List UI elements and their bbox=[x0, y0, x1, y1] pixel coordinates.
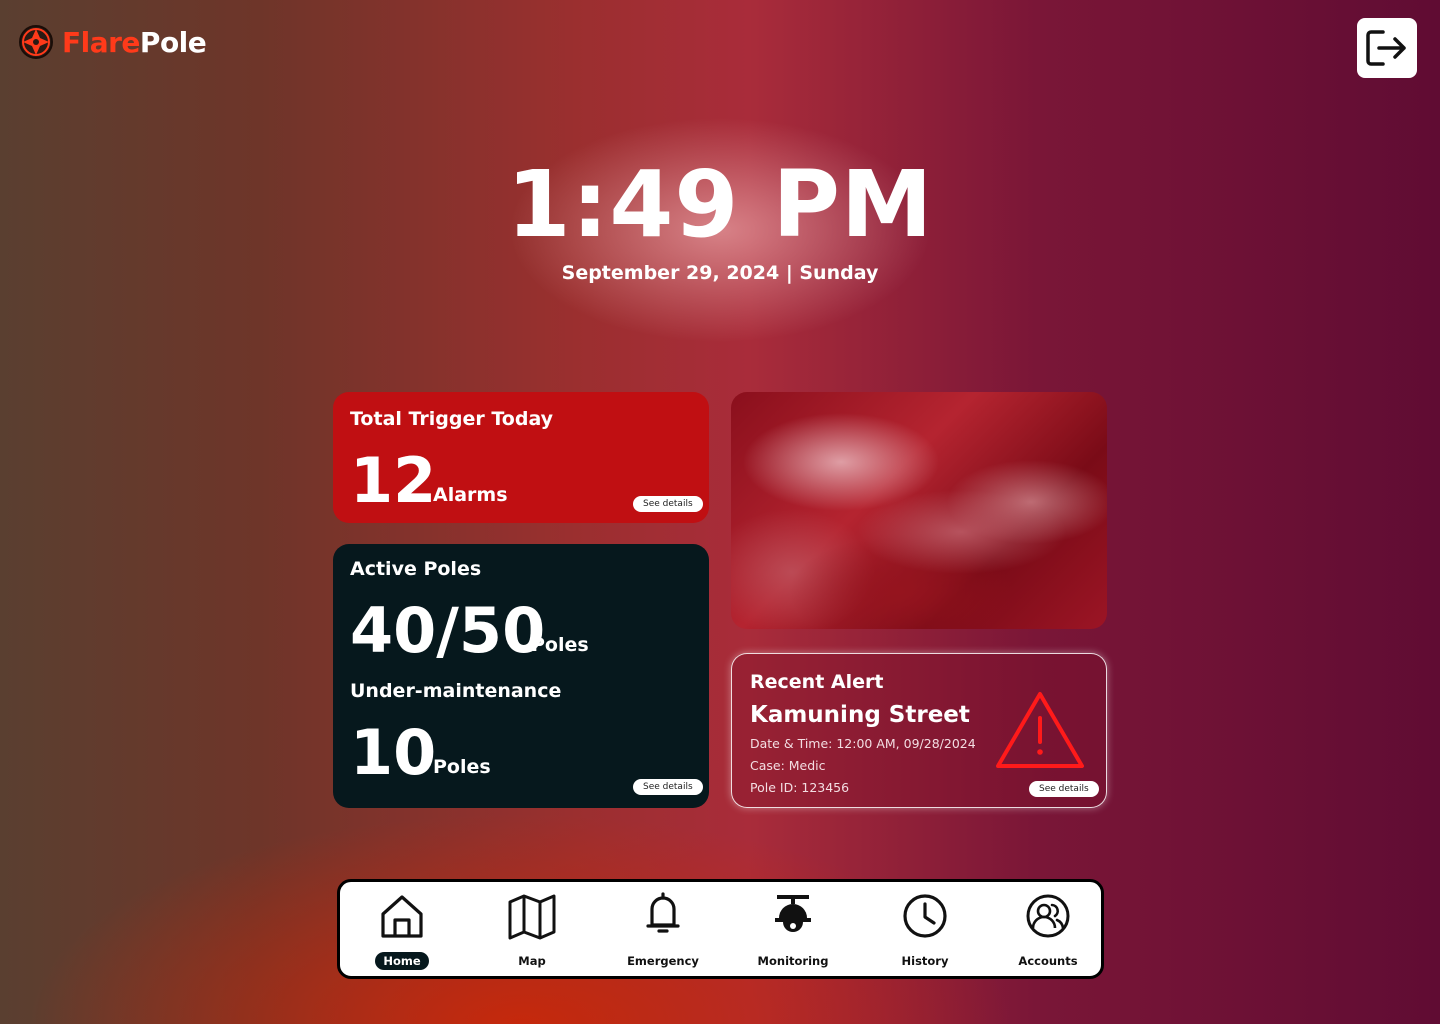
poles-see-details-button[interactable]: See details bbox=[633, 779, 703, 795]
maintenance-count: 10 bbox=[350, 716, 437, 789]
clock-icon bbox=[903, 894, 947, 938]
brand-name: FlarePole bbox=[62, 25, 207, 59]
logout-button[interactable] bbox=[1357, 18, 1417, 78]
maintenance-title: Under-maintenance bbox=[350, 680, 562, 702]
trigger-title: Total Trigger Today bbox=[350, 408, 554, 430]
map-icon bbox=[508, 894, 556, 940]
brand-logo[interactable]: FlarePole bbox=[18, 24, 207, 60]
nav-home-label: Home bbox=[375, 952, 429, 970]
trigger-unit: Alarms bbox=[433, 484, 508, 506]
nav-map[interactable]: Map bbox=[472, 882, 592, 976]
logout-icon bbox=[1366, 30, 1406, 66]
alert-datetime: Date & Time: 12:00 AM, 09/28/2024 bbox=[750, 736, 976, 751]
recent-alert-label: Recent Alert bbox=[750, 671, 884, 693]
nav-history[interactable]: History bbox=[865, 882, 985, 976]
current-time: 1:49 PM bbox=[506, 151, 934, 258]
accounts-icon bbox=[1026, 894, 1070, 938]
nav-monitoring[interactable]: Monitoring bbox=[733, 882, 853, 976]
total-trigger-card: Total Trigger Today 12 Alarms See detail… bbox=[333, 392, 709, 523]
alert-street: Kamuning Street bbox=[750, 702, 970, 728]
home-icon bbox=[381, 895, 423, 938]
alert-see-details-button[interactable]: See details bbox=[1029, 781, 1099, 797]
nav-emergency-label: Emergency bbox=[627, 954, 699, 968]
alert-pole-id: Pole ID: 123456 bbox=[750, 780, 850, 795]
nav-accounts-label: Accounts bbox=[1018, 954, 1078, 968]
nav-map-label: Map bbox=[518, 954, 546, 968]
nav-emergency[interactable]: Emergency bbox=[603, 882, 723, 976]
poles-card: Active Poles 40/50 Poles Under-maintenan… bbox=[333, 544, 709, 808]
warning-icon bbox=[996, 692, 1084, 768]
recent-alert-card: Recent Alert Kamuning Street Date & Time… bbox=[731, 653, 1107, 808]
trigger-count: 12 bbox=[350, 444, 437, 517]
flarepole-logo-icon bbox=[19, 25, 53, 59]
nav-home[interactable]: Home bbox=[342, 882, 462, 976]
alert-case: Case: Medic bbox=[750, 758, 826, 773]
nav-history-label: History bbox=[901, 954, 949, 968]
smoke-image bbox=[731, 392, 1107, 629]
nav-monitoring-label: Monitoring bbox=[757, 954, 829, 968]
bell-icon bbox=[646, 892, 680, 933]
current-date: September 29, 2024 | Sunday bbox=[561, 262, 879, 284]
trigger-see-details-button[interactable]: See details bbox=[633, 496, 703, 512]
maintenance-unit: Poles bbox=[433, 756, 491, 778]
active-poles-unit: Poles bbox=[531, 634, 589, 656]
cctv-icon bbox=[775, 895, 811, 932]
bottom-nav: Home Map Emergency Monitoring History Ac… bbox=[337, 879, 1104, 979]
nav-accounts[interactable]: Accounts bbox=[988, 882, 1108, 976]
active-poles-title: Active Poles bbox=[350, 558, 482, 580]
active-poles-count: 40/50 bbox=[350, 594, 546, 667]
